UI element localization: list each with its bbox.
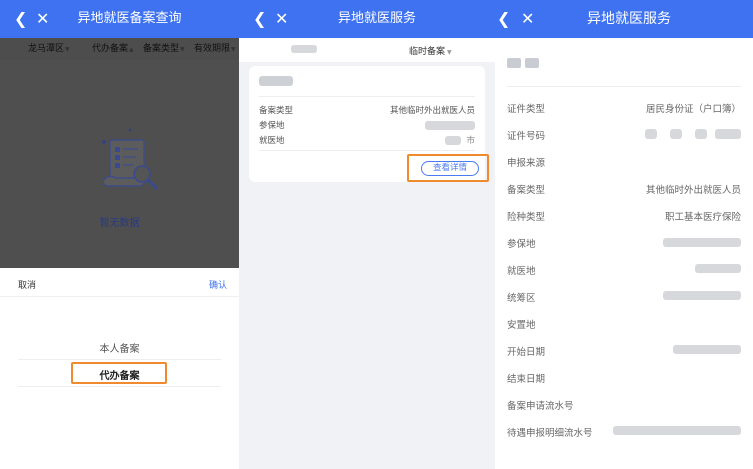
- divider: [18, 359, 221, 360]
- divider: [259, 150, 475, 151]
- tab-bar: 临时备案 ▼: [239, 38, 495, 62]
- divider: [0, 296, 239, 297]
- value-redacted: [715, 129, 741, 139]
- header-bar: ❮ ✕ 异地就医服务: [495, 0, 753, 38]
- filing-card[interactable]: 备案类型 其他临时外出就医人员 参保地 就医地 市 查看详情: [249, 66, 489, 182]
- field-label: 险种类型: [507, 212, 546, 223]
- field-value: 其他临时外出就医人员: [389, 106, 475, 116]
- field-label: 待遇申报明细流水号: [507, 428, 593, 439]
- filter-label: 代办备案: [92, 44, 129, 54]
- filter-label: 龙马潭区: [28, 44, 65, 54]
- filter-region[interactable]: 龙马潭区▼: [28, 43, 70, 56]
- filter-label: 备案类型: [143, 44, 180, 54]
- divider: [259, 96, 475, 97]
- highlight-box: [407, 154, 489, 182]
- value-redacted: [645, 129, 657, 139]
- field-label: 参保地: [259, 121, 285, 131]
- value-redacted: [613, 426, 741, 435]
- field-label: 备案申请流水号: [507, 401, 574, 412]
- value-redacted: [663, 291, 741, 300]
- field-label: 统筹区: [507, 293, 536, 304]
- page-title: 异地就医服务: [337, 11, 416, 26]
- filter-label: 有效期限: [194, 44, 231, 54]
- field-value: 其他临时外出就医人员: [645, 185, 741, 196]
- confirm-button[interactable]: 确认: [209, 278, 227, 291]
- filter-filing-mode[interactable]: 代办备案▲: [92, 43, 134, 56]
- header-bar: ❮ ✕ 异地就医服务: [239, 0, 495, 38]
- caret-down-icon: ▼: [447, 49, 452, 56]
- value-redacted: [670, 129, 682, 139]
- field-label: 参保地: [507, 239, 536, 250]
- field-label: 就医地: [259, 136, 285, 146]
- field-label: 备案类型: [259, 106, 294, 116]
- field-label: 证件号码: [507, 131, 546, 142]
- caret-down-icon: ▼: [65, 46, 70, 53]
- name-redacted: [259, 76, 293, 86]
- cancel-button[interactable]: 取消: [18, 278, 36, 291]
- field-label: 就医地: [507, 266, 536, 277]
- option-self-filing[interactable]: 本人备案: [0, 340, 239, 355]
- field-value: 市: [466, 136, 475, 146]
- filter-validity[interactable]: 有效期限▼: [194, 43, 236, 56]
- value-redacted: [445, 136, 461, 145]
- panel-filing-detail: ❮ ✕ 异地就医服务 证件类型 居民身份证（户口簿） 证件号码 申报来源 备案类…: [495, 0, 753, 469]
- name-redacted: [525, 58, 539, 68]
- empty-state-icon: [102, 128, 158, 190]
- divider: [507, 86, 741, 87]
- field-label: 安置地: [507, 320, 536, 331]
- caret-down-icon: ▼: [231, 46, 236, 53]
- name-redacted: [507, 58, 521, 68]
- tab-label: 临时备案: [409, 47, 446, 57]
- header-bar: ❮ ✕ 异地就医备案查询: [0, 0, 239, 38]
- page-title: 异地就医备案查询: [77, 11, 182, 26]
- modal-overlay[interactable]: 暂无数据: [0, 60, 239, 268]
- field-label: 开始日期: [507, 347, 546, 358]
- value-redacted: [695, 264, 741, 273]
- panel-filing-list: ❮ ✕ 异地就医服务 临时备案 ▼ 备案类型 其他临时外出就医人员 参保地 就医地…: [239, 0, 495, 469]
- bottom-sheet: 取消 确认 本人备案 代办备案: [0, 268, 239, 469]
- filter-bar: 龙马潭区▼ 代办备案▲ 备案类型▼ 有效期限▼: [0, 38, 239, 60]
- value-redacted: [663, 238, 741, 247]
- value-redacted: [695, 129, 707, 139]
- value-redacted: [673, 345, 741, 354]
- caret-down-icon: ▼: [180, 46, 185, 53]
- tab-person-redacted[interactable]: [291, 45, 317, 53]
- panel-filing-query: ❮ ✕ 异地就医备案查询 龙马潭区▼ 代办备案▲ 备案类型▼ 有效期限▼ 暂无数…: [0, 0, 239, 469]
- field-value: 职工基本医疗保险: [664, 212, 741, 223]
- filter-filing-type[interactable]: 备案类型▼: [143, 43, 185, 56]
- highlight-box: [71, 362, 167, 384]
- field-label: 证件类型: [507, 104, 546, 115]
- divider: [18, 386, 221, 387]
- value-redacted: [425, 121, 475, 130]
- tab-filing-type[interactable]: 临时备案 ▼: [409, 44, 452, 57]
- page-title: 异地就医服务: [587, 11, 671, 27]
- empty-state-text: 暂无数据: [99, 218, 140, 229]
- caret-up-icon: ▲: [129, 46, 134, 53]
- field-label: 备案类型: [507, 185, 546, 196]
- field-label: 结束日期: [507, 374, 546, 385]
- field-value: 居民身份证（户口簿）: [645, 104, 741, 115]
- field-label: 申报来源: [507, 158, 546, 169]
